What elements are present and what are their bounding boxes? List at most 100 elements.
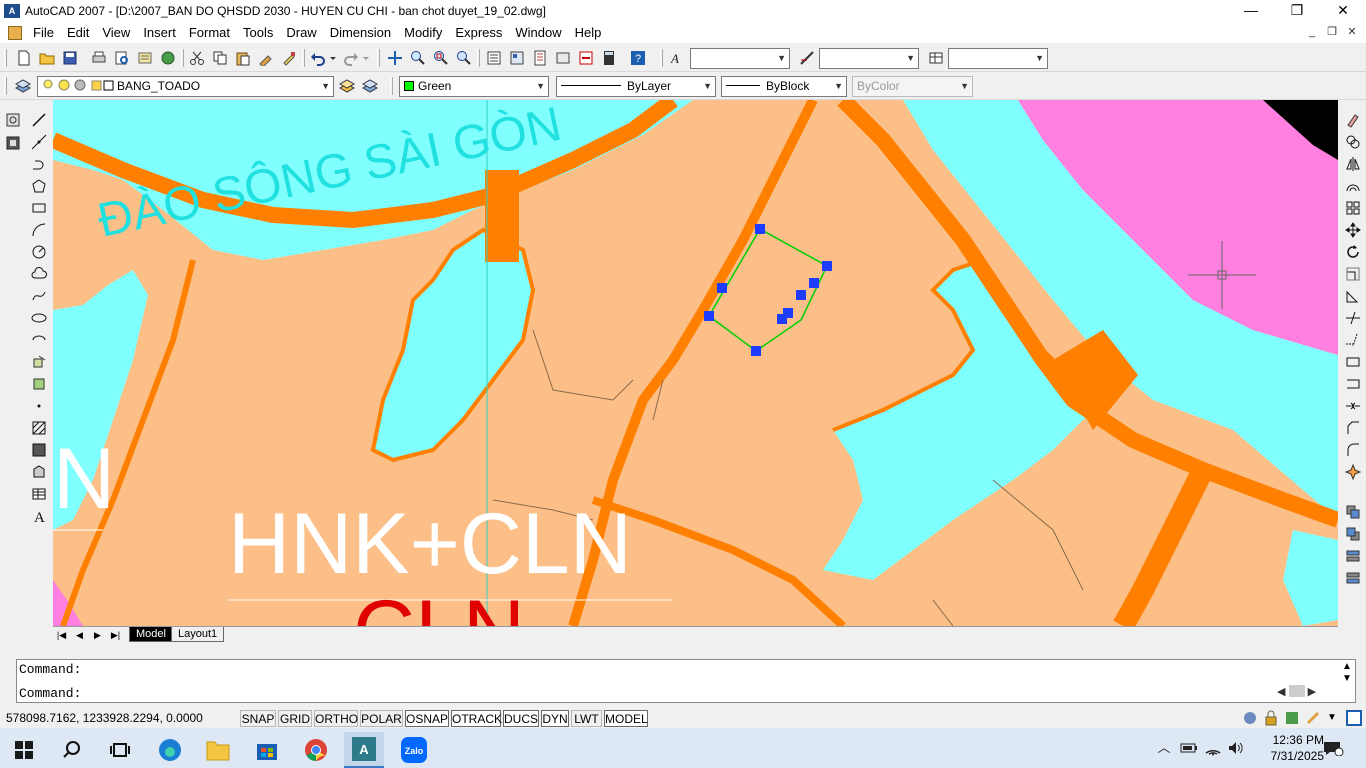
mirror-icon[interactable] (1343, 154, 1363, 174)
linetype-combo[interactable]: ByLayer ▼ (556, 76, 716, 97)
open-icon[interactable] (37, 48, 57, 68)
draworder-front-icon[interactable] (1343, 502, 1363, 522)
arc-icon[interactable] (29, 220, 49, 240)
properties-icon[interactable] (484, 48, 504, 68)
zoom-previous-icon[interactable] (454, 48, 474, 68)
zalo-icon[interactable]: Zalo (394, 732, 434, 768)
point-icon[interactable] (29, 396, 49, 416)
draworder-under-icon[interactable] (1343, 568, 1363, 588)
tab-layout1[interactable]: Layout1 (171, 627, 225, 642)
menu-tools[interactable]: Tools (238, 22, 281, 43)
menu-help[interactable]: Help (570, 22, 610, 43)
grip-point[interactable] (796, 290, 806, 300)
region-icon[interactable] (29, 462, 49, 482)
command-prompt[interactable]: Command: (19, 686, 81, 701)
layer-manager-icon[interactable] (13, 76, 33, 96)
lock-icon[interactable] (1263, 710, 1279, 726)
menu-express[interactable]: Express (450, 22, 510, 43)
tab-model[interactable]: Model (129, 627, 173, 642)
copy-icon[interactable] (210, 48, 230, 68)
gradient-icon[interactable] (29, 440, 49, 460)
layer-combo[interactable]: BANG_TOADO ▼ (37, 76, 334, 97)
array-icon[interactable] (1343, 198, 1363, 218)
snap-settings-icon[interactable] (3, 110, 23, 130)
restore-button[interactable]: ❐ (1274, 0, 1320, 22)
block-editor-icon[interactable] (279, 48, 299, 68)
new-icon[interactable] (14, 48, 34, 68)
text-style-combo[interactable]: ▼ (690, 48, 790, 69)
save-icon[interactable] (60, 48, 80, 68)
menu-file[interactable]: File (28, 22, 62, 43)
object-snap-icon[interactable] (3, 133, 23, 153)
toolbar-grip[interactable] (660, 49, 663, 67)
polygon-icon[interactable] (29, 176, 49, 196)
make-block-icon[interactable] (29, 374, 49, 394)
chevron-up-icon[interactable]: ︿ (1155, 740, 1173, 756)
lwt-toggle[interactable]: LWT (571, 710, 602, 727)
help-icon[interactable]: ? (628, 48, 648, 68)
cut-icon[interactable] (187, 48, 207, 68)
menu-insert[interactable]: Insert (138, 22, 184, 43)
osnap-toggle[interactable]: OSNAP (405, 710, 449, 727)
ellipse-arc-icon[interactable] (29, 330, 49, 350)
polar-toggle[interactable]: POLAR (360, 710, 403, 727)
rectangle-icon[interactable] (29, 198, 49, 218)
system-clock[interactable]: 12:36 PM 7/31/2025 (1271, 732, 1324, 764)
menu-draw[interactable]: Draw (281, 22, 324, 43)
lineweight-combo[interactable]: ByBlock ▼ (721, 76, 847, 97)
document-icon[interactable] (8, 25, 22, 40)
join-icon[interactable] (1343, 396, 1363, 416)
make-current-layer-icon[interactable] (337, 76, 357, 96)
communication-center-icon[interactable] (1242, 710, 1258, 726)
draworder-back-icon[interactable] (1343, 524, 1363, 544)
insert-block-icon[interactable] (29, 352, 49, 372)
match-properties-icon[interactable] (256, 48, 276, 68)
explode-icon[interactable] (1343, 462, 1363, 482)
menu-dimension[interactable]: Dimension (325, 22, 399, 43)
construction-line-icon[interactable] (29, 132, 49, 152)
tool-palettes-icon[interactable] (530, 48, 550, 68)
grid-toggle[interactable]: GRID (278, 710, 312, 727)
undo-icon[interactable] (308, 48, 328, 68)
snap-toggle[interactable]: SNAP (240, 710, 276, 727)
first-tab-icon[interactable]: |◀ (53, 628, 70, 642)
plot-preview-icon[interactable] (112, 48, 132, 68)
sheet-set-manager-icon[interactable] (553, 48, 573, 68)
dim-style-combo[interactable]: ▼ (819, 48, 919, 69)
search-icon[interactable] (52, 732, 92, 768)
menu-edit[interactable]: Edit (62, 22, 97, 43)
etransmit-icon[interactable] (158, 48, 178, 68)
doc-restore-button[interactable]: ❐ (1322, 24, 1342, 40)
menu-view[interactable]: View (97, 22, 138, 43)
design-center-icon[interactable] (507, 48, 527, 68)
task-view-icon[interactable] (100, 732, 140, 768)
fillet-icon[interactable] (1343, 440, 1363, 460)
rotate-icon[interactable] (1343, 242, 1363, 262)
break-icon[interactable] (1343, 374, 1363, 394)
break-at-point-icon[interactable] (1343, 352, 1363, 372)
line-icon[interactable] (29, 110, 49, 130)
doc-close-button[interactable]: ✕ (1342, 24, 1362, 40)
zoom-realtime-icon[interactable] (408, 48, 428, 68)
draworder-above-icon[interactable] (1343, 546, 1363, 566)
trim-icon[interactable] (1343, 308, 1363, 328)
toolbar-grip[interactable] (390, 77, 393, 95)
offset-icon[interactable] (1343, 176, 1363, 196)
menu-window[interactable]: Window (510, 22, 569, 43)
move-icon[interactable] (1343, 220, 1363, 240)
erase-icon[interactable] (1343, 110, 1363, 130)
paste-icon[interactable] (233, 48, 253, 68)
redo-dropdown-icon[interactable] (361, 48, 371, 68)
manage-xrefs-icon[interactable] (1305, 710, 1321, 726)
otrack-toggle[interactable]: OTRACK (451, 710, 502, 727)
table-icon[interactable] (29, 484, 49, 504)
edge-icon[interactable] (150, 732, 190, 768)
clean-screen-icon[interactable] (1346, 710, 1362, 726)
next-tab-icon[interactable]: ▶ (89, 628, 106, 642)
last-tab-icon[interactable]: ▶| (107, 628, 124, 642)
doc-minimize-button[interactable]: _ (1302, 24, 1322, 40)
scroll-up-icon[interactable]: ▲ (1339, 661, 1355, 672)
spline-icon[interactable] (29, 286, 49, 306)
calculator-icon[interactable] (599, 48, 619, 68)
publish-icon[interactable] (135, 48, 155, 68)
